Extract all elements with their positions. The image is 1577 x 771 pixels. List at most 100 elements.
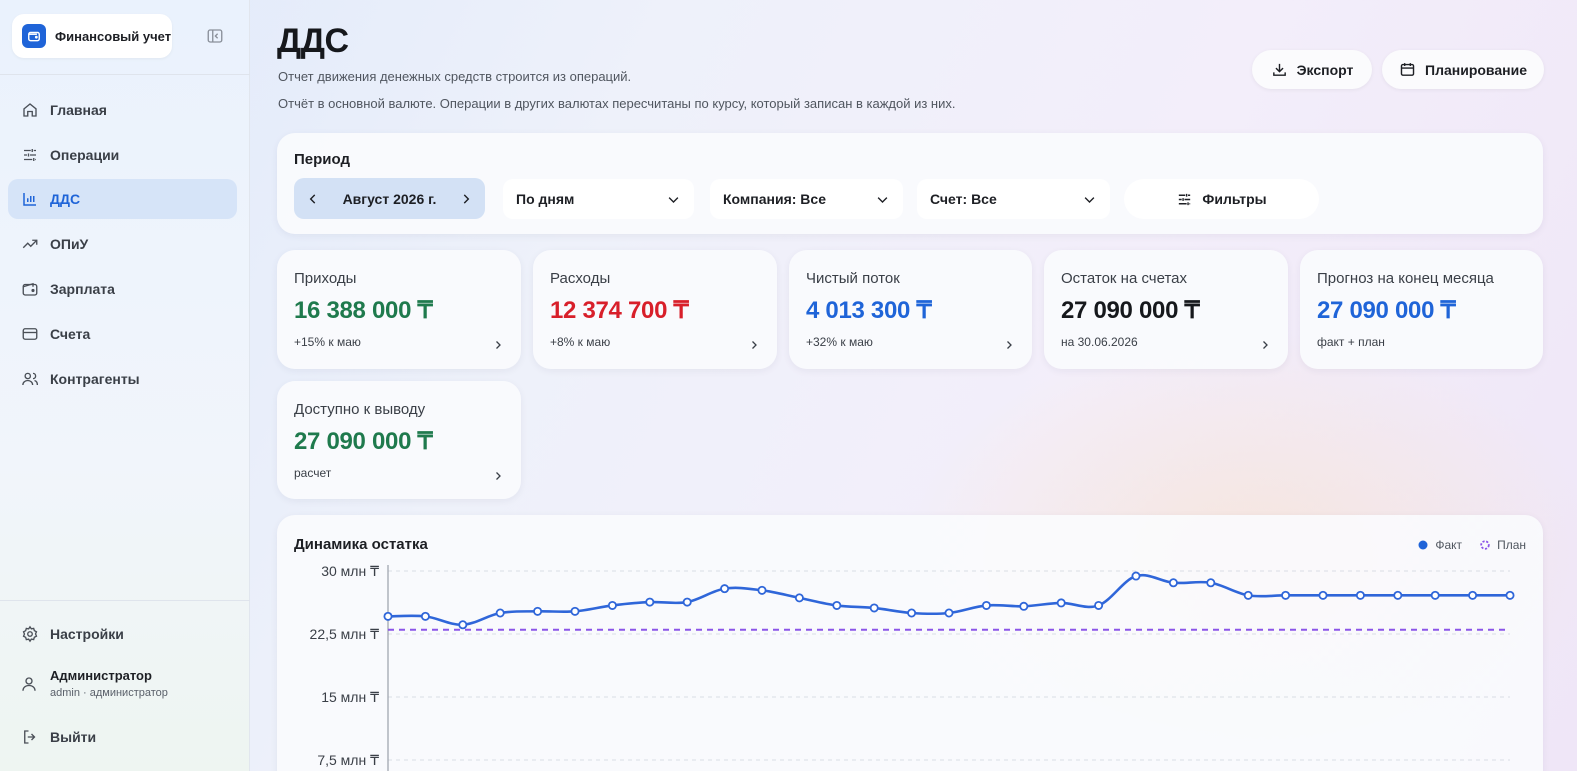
sidebar-item-label: ОПиУ [50, 236, 89, 252]
account-value: Счет: Все [930, 191, 997, 207]
chart-title: Динамика остатка [294, 536, 428, 553]
user-name: Администратор [50, 668, 152, 683]
legend-item-fact[interactable]: Факт [1418, 538, 1462, 552]
kpi-card-forecast: Прогноз на конец месяца 27 090 000 ₸ фак… [1300, 250, 1543, 369]
sidebar: Финансовый учет Главная Операции ДДС ОПи… [0, 0, 250, 771]
kpi-change: +15% к маю [294, 335, 361, 349]
kpi-card-income[interactable]: Приходы 16 388 000 ₸ +15% к маю [277, 250, 521, 369]
sidebar-item-pnl[interactable]: ОПиУ [8, 224, 237, 264]
sidebar-item-label: Зарплата [50, 281, 115, 297]
sidebar-item-accounts[interactable]: Счета [8, 314, 237, 354]
kpi-label: Чистый поток [806, 270, 900, 287]
kpi-value: 27 090 000 ₸ [1061, 297, 1200, 324]
chevron-right-icon [496, 472, 501, 480]
kpi-value: 12 374 700 ₸ [550, 297, 689, 324]
legend-label: Факт [1435, 538, 1463, 552]
kpi-date: на 30.06.2026 [1061, 335, 1138, 349]
chevron-right-icon [752, 341, 757, 349]
sidebar-item-label: Операции [50, 147, 120, 163]
home-icon [23, 103, 37, 117]
kpi-value: 4 013 300 ₸ [806, 297, 932, 324]
user-role: admin · администратор [50, 687, 168, 699]
sidebar-item-label: ДДС [50, 191, 81, 207]
bar-chart-icon [23, 193, 36, 206]
legend-item-plan[interactable]: План [1480, 538, 1526, 552]
page-note: Отчёт в основной валюте. Операции в друг… [278, 96, 956, 111]
sidebar-item-counterparties[interactable]: Контрагенты [8, 359, 237, 399]
kpi-label: Прогноз на конец месяца [1317, 270, 1494, 287]
sidebar-collapse-icon [207, 29, 223, 43]
sidebar-item-label: Счета [50, 326, 91, 342]
kpi-label: Доступно к выводу [294, 401, 426, 418]
balance-chart-card: Динамика остатка Факт План [277, 515, 1543, 771]
chevron-right-icon [496, 341, 501, 349]
chevron-right-icon [1007, 341, 1012, 349]
kpi-card-net-flow[interactable]: Чистый поток 4 013 300 ₸ +32% к маю [789, 250, 1032, 369]
sidebar-item-home[interactable]: Главная [8, 90, 237, 130]
brand-logo[interactable]: Финансовый учет [12, 14, 172, 58]
sidebar-item-operations[interactable]: Операции [8, 135, 237, 175]
chevron-right-icon [1263, 341, 1268, 349]
legend-fact-marker [1418, 540, 1428, 550]
logout-button[interactable]: Выйти [8, 717, 237, 757]
kpi-note: расчет [294, 466, 332, 480]
export-label: Экспорт [1296, 61, 1354, 78]
month-value: Август 2026 г. [342, 190, 437, 207]
chart-legend: Факт План [1408, 538, 1526, 552]
sliders-icon [1179, 193, 1191, 205]
kpi-label: Приходы [294, 270, 357, 287]
wallet-icon [22, 24, 46, 48]
kpi-card-available[interactable]: Доступно к выводу 27 090 000 ₸ расчет [277, 381, 521, 499]
sidebar-item-salary[interactable]: Зарплата [8, 269, 237, 309]
sliders-icon [24, 149, 36, 161]
period-panel: Период Август 2026 г. По дням Компания: … [277, 133, 1543, 234]
page-title: ДДС [277, 22, 349, 60]
user-icon [22, 676, 36, 691]
sidebar-item-dds[interactable]: ДДС [8, 179, 237, 219]
chevron-right-icon[interactable] [459, 192, 473, 206]
chevron-down-icon [877, 196, 888, 203]
chevron-down-icon [1084, 196, 1095, 203]
sidebar-item-label: Главная [50, 102, 107, 118]
sidebar-item-label: Контрагенты [50, 371, 140, 387]
kpi-value: 27 090 000 ₸ [294, 428, 433, 455]
sidebar-item-settings[interactable]: Настройки [8, 614, 237, 654]
kpi-card-expenses[interactable]: Расходы 12 374 700 ₸ +8% к маю [533, 250, 777, 369]
download-icon [1272, 63, 1286, 76]
logout-label: Выйти [50, 729, 97, 745]
settings-label: Настройки [50, 626, 124, 642]
logout-icon [24, 730, 36, 744]
account-select[interactable]: Счет: Все [917, 179, 1110, 219]
legend-label: План [1497, 538, 1526, 552]
kpi-change: +8% к маю [550, 335, 611, 349]
planning-label: Планирование [1425, 61, 1527, 78]
company-select[interactable]: Компания: Все [710, 179, 903, 219]
brand-name: Финансовый учет [55, 28, 172, 44]
granularity-select[interactable]: По дням [503, 179, 694, 219]
user-profile[interactable]: Администратор admin · администратор [20, 668, 168, 699]
export-button[interactable]: Экспорт [1252, 50, 1372, 89]
sidebar-divider [0, 74, 250, 75]
company-value: Компания: Все [723, 191, 826, 207]
granularity-value: По дням [516, 191, 575, 207]
filters-label: Фильтры [1202, 191, 1267, 207]
wallet-icon [22, 282, 38, 296]
kpi-value: 16 388 000 ₸ [294, 297, 433, 324]
kpi-note: факт + план [1317, 335, 1385, 349]
credit-card-icon [22, 328, 38, 340]
sidebar-collapse-button[interactable] [200, 22, 230, 50]
kpi-change: +32% к маю [806, 335, 873, 349]
filters-button[interactable]: Фильтры [1124, 179, 1319, 219]
period-label: Период [294, 151, 350, 168]
kpi-card-balance[interactable]: Остаток на счетах 27 090 000 ₸ на 30.06.… [1044, 250, 1288, 369]
chevron-left-icon[interactable] [306, 192, 320, 206]
kpi-label: Остаток на счетах [1061, 270, 1187, 287]
trend-up-icon [22, 239, 38, 249]
gear-icon [22, 625, 38, 643]
sidebar-divider [0, 600, 250, 601]
month-picker: Август 2026 г. [294, 178, 485, 219]
calendar-icon [1400, 63, 1415, 76]
kpi-value: 27 090 000 ₸ [1317, 297, 1456, 324]
legend-plan-marker [1480, 540, 1490, 550]
planning-button[interactable]: Планирование [1382, 50, 1544, 89]
